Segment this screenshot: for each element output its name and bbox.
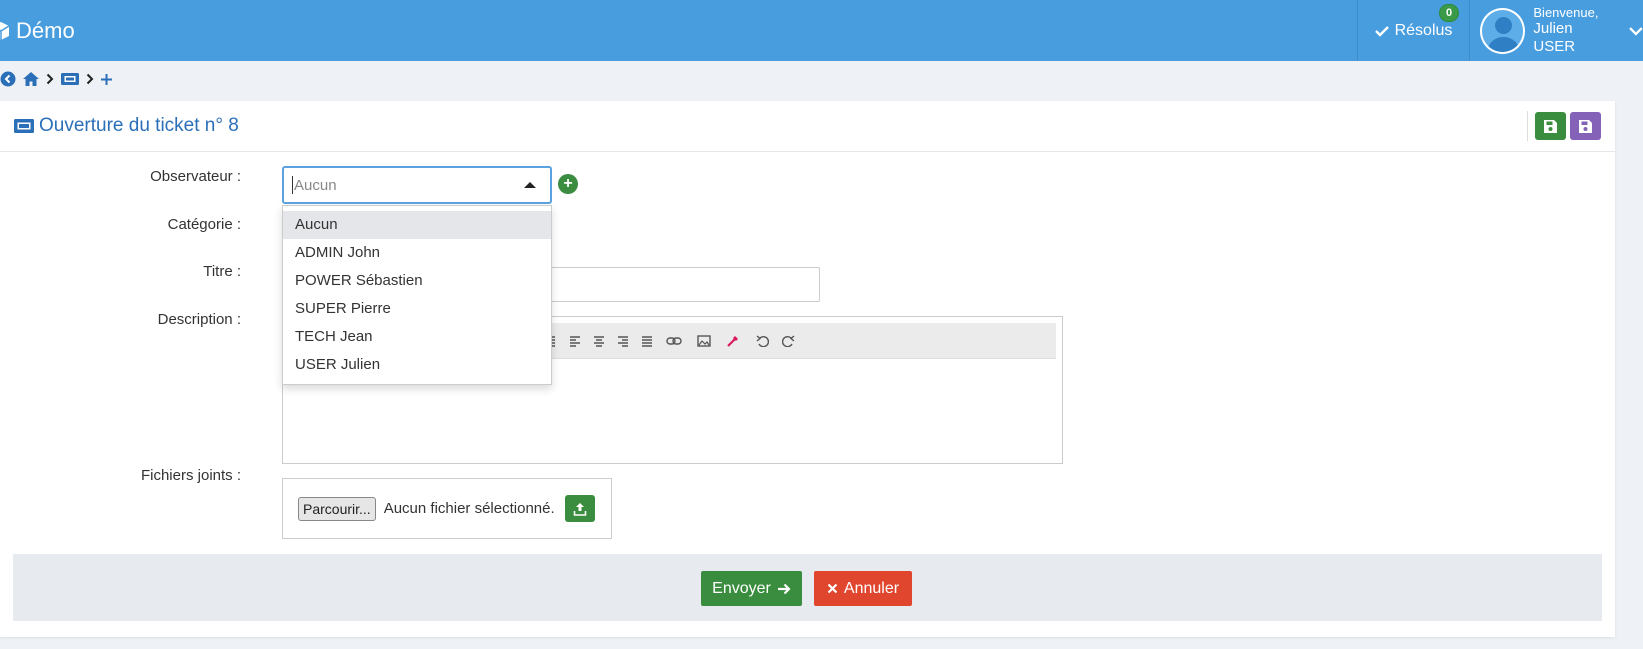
dropdown-option[interactable]: TECH Jean [283,323,551,351]
caret-up-icon [524,182,536,188]
send-button[interactable]: Envoyer [701,571,802,606]
home-icon[interactable] [22,71,40,87]
cube-icon [0,21,10,40]
image-icon[interactable] [695,332,713,350]
category-label: Catégorie : [167,216,241,233]
no-file-text: Aucun fichier sélectionné. [383,500,555,517]
attachments-box: Parcourir... Aucun fichier sélectionné. [282,478,612,539]
cancel-button[interactable]: Annuler [814,571,912,606]
brand[interactable]: Démo [0,0,75,61]
files-label: Fichiers joints : [140,467,241,484]
page-title: Ouverture du ticket n° 8 [39,115,239,136]
title-label: Titre : [203,263,241,280]
upload-icon [573,502,586,516]
dropdown-option[interactable]: Aucun [283,211,551,239]
ticket-form-card: Ouverture du ticket n° 8 Observateur : C… [0,101,1615,637]
check-icon [1374,25,1389,37]
ticket-icon [14,119,34,133]
save-and-close-button[interactable] [1570,112,1601,140]
avatar [1480,7,1526,54]
observer-select[interactable]: Aucun [282,166,552,204]
dropdown-option[interactable]: POWER Sébastien [283,267,551,295]
browse-button[interactable]: Parcourir... [298,496,376,521]
observer-dropdown: Aucun ADMIN John POWER Sébastien SUPER P… [282,205,552,385]
resolved-count-badge: 0 [1439,4,1459,22]
breadcrumb [0,69,113,89]
user-name: Julien USER [1533,20,1576,56]
cancel-label: Annuler [843,579,900,597]
link-icon[interactable] [665,332,683,350]
send-label: Envoyer [712,579,771,597]
resolved-button[interactable]: Résolus 0 [1357,0,1469,61]
description-label: Description : [157,311,241,328]
app-name: Démo [16,17,75,43]
upload-button[interactable] [564,495,595,522]
chevron-right-icon [46,73,54,85]
dropdown-option[interactable]: USER Julien [283,351,551,379]
chevron-down-icon [1629,26,1643,36]
user-menu[interactable]: Bienvenue, Julien USER [1469,0,1643,61]
align-right-icon[interactable] [614,332,632,350]
color-picker-icon[interactable] [724,332,742,350]
close-icon [827,583,838,594]
back-icon[interactable] [0,71,16,87]
observer-label: Observateur : [150,168,241,185]
card-header: Ouverture du ticket n° 8 [0,101,1615,152]
align-justify-icon[interactable] [638,332,656,350]
redo-icon[interactable] [779,332,797,350]
plus-icon[interactable] [100,73,113,86]
save-button[interactable] [1535,112,1566,140]
align-center-icon[interactable] [590,332,608,350]
align-left-icon[interactable] [566,332,584,350]
chevron-right-icon [86,73,94,85]
dropdown-option[interactable]: SUPER Pierre [283,295,551,323]
observer-placeholder: Aucun [294,176,337,194]
resolved-label: Résolus [1394,21,1453,39]
dropdown-option[interactable]: ADMIN John [283,239,551,267]
text-cursor [292,176,293,194]
form-footer: Envoyer Annuler [13,554,1602,621]
undo-icon[interactable] [753,332,771,350]
arrow-right-icon [777,583,791,594]
ticket-icon[interactable] [60,72,80,86]
header-divider [1527,111,1528,141]
welcome-text: Bienvenue, [1533,4,1599,20]
floppy-icon [1579,119,1592,133]
top-bar: Démo Résolus 0 Bienvenue, Julien USER [0,0,1643,61]
floppy-icon [1544,119,1557,133]
add-observer-icon[interactable]: + [558,174,578,194]
